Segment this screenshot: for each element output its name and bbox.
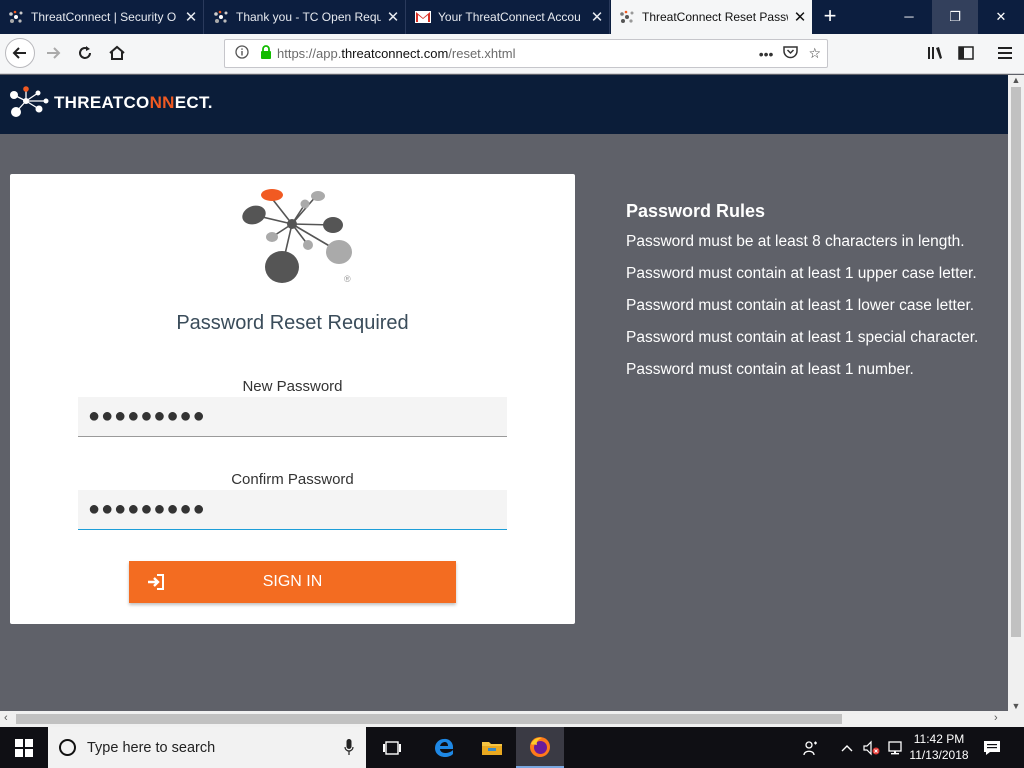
back-arrow-icon[interactable] [5, 38, 35, 68]
new-password-label: New Password [242, 378, 343, 395]
threatconnect-emblem-icon: ® [242, 189, 352, 284]
vertical-scroll-thumb[interactable] [1011, 87, 1021, 637]
horizontal-scroll-thumb[interactable] [16, 714, 842, 724]
windows-taskbar: Type here to search 11:42 PM 11/13/2018 [0, 727, 1024, 768]
threatconnect-logo[interactable]: THREATCONNECT. [4, 85, 213, 121]
taskbar-search-placeholder: Type here to search [87, 739, 216, 756]
confirm-password-field[interactable]: ●●●●●●●●● [78, 490, 507, 530]
sign-in-icon [148, 574, 164, 590]
vertical-scrollbar[interactable]: ▲ ▼ [1008, 75, 1024, 711]
password-rule: Password must contain at least 1 lower c… [626, 297, 975, 314]
svg-text:®: ® [344, 274, 351, 284]
pocket-icon[interactable] [783, 45, 799, 62]
password-rule: Password must contain at least 1 special… [626, 329, 979, 346]
file-explorer-icon[interactable] [468, 727, 516, 768]
clock-date: 11/13/2018 [909, 748, 969, 762]
edge-browser-icon[interactable] [420, 727, 468, 768]
password-rule: Password must be at least 8 characters i… [626, 233, 965, 250]
threatconnect-mark-icon [10, 86, 49, 117]
scroll-down-icon[interactable]: ▼ [1008, 701, 1024, 711]
taskbar-search-box[interactable]: Type here to search [48, 727, 366, 768]
browser-tab-bar: ThreatConnect | Security O ✕ Thank you -… [0, 0, 1024, 34]
page-content: THREATCONNECT. ® Password Reset Required… [0, 75, 1008, 711]
scroll-right-icon[interactable]: › [994, 712, 998, 724]
close-tab-icon[interactable]: ✕ [381, 8, 405, 26]
people-icon[interactable] [800, 727, 822, 768]
info-icon[interactable] [234, 45, 249, 62]
url-host: threatconnect.com [341, 46, 449, 61]
sign-in-button[interactable]: SIGN IN [129, 561, 456, 603]
reload-icon[interactable] [70, 38, 100, 68]
system-clock[interactable]: 11:42 PM 11/13/2018 [906, 731, 972, 763]
new-password-field[interactable]: ●●●●●●●●● [78, 397, 507, 437]
volume-muted-icon[interactable] [860, 727, 882, 768]
scrollbar-corner [1008, 711, 1024, 727]
microphone-icon[interactable] [344, 739, 354, 756]
threatconnect-favicon-icon [8, 9, 24, 25]
address-bar[interactable]: https://app. threatconnect.com/reset.xhtm… [224, 39, 828, 68]
browser-nav-bar: https://app. threatconnect.com/reset.xhtm… [0, 34, 1024, 74]
gmail-favicon-icon [415, 9, 431, 25]
url-path: /reset.xhtml [448, 46, 516, 61]
tab-thank-you[interactable]: Thank you - TC Open Requ ✕ [205, 0, 406, 34]
close-tab-icon[interactable]: ✕ [585, 8, 609, 26]
brand-header: THREATCONNECT. [0, 75, 1008, 134]
page-title: Password Reset Required [176, 312, 409, 334]
tab-label: Your ThreatConnect Accou [438, 10, 581, 24]
library-icon[interactable] [920, 38, 950, 68]
network-icon[interactable] [884, 727, 906, 768]
page-actions-icon[interactable]: ••• [759, 46, 774, 62]
clock-time: 11:42 PM [913, 732, 965, 746]
sidebar-toggle-icon[interactable] [951, 38, 981, 68]
horizontal-scrollbar[interactable]: ‹ › [0, 711, 1008, 727]
brand-wordmark: THREATCONNECT. [54, 93, 213, 112]
close-tab-icon[interactable]: ✕ [788, 8, 812, 26]
password-rules-title: Password Rules [626, 201, 766, 221]
tab-reset-password[interactable]: ThreatConnect Reset Passw ✕ [611, 0, 812, 34]
cortana-icon [59, 739, 76, 756]
tab-threatconnect-security[interactable]: ThreatConnect | Security O ✕ [0, 0, 204, 34]
home-icon[interactable] [102, 38, 132, 68]
minimize-window-icon[interactable]: ─ [886, 0, 932, 34]
task-view-icon[interactable] [368, 727, 416, 768]
bookmark-star-icon[interactable]: ☆ [808, 45, 821, 62]
windows-start-icon[interactable] [0, 727, 48, 768]
close-tab-icon[interactable]: ✕ [179, 8, 203, 26]
firefox-icon[interactable] [516, 727, 564, 768]
threatconnect-favicon-icon [213, 9, 229, 25]
scroll-left-icon[interactable]: ‹ [4, 712, 8, 724]
sign-in-label: SIGN IN [262, 573, 323, 590]
tab-label: Thank you - TC Open Requ [236, 10, 381, 24]
password-reset-card: ® Password Reset Required New Password ●… [10, 174, 575, 624]
lock-icon[interactable] [260, 45, 272, 62]
action-center-icon[interactable] [980, 727, 1004, 768]
confirm-password-label: Confirm Password [231, 471, 354, 488]
forward-arrow-icon[interactable] [38, 38, 68, 68]
tab-label: ThreatConnect | Security O [31, 10, 177, 24]
password-rule: Password must contain at least 1 number. [626, 361, 914, 378]
url-prefix: https://app. [277, 46, 342, 61]
hamburger-menu-icon[interactable] [990, 38, 1020, 68]
show-hidden-icons-chevron-icon[interactable] [838, 727, 856, 768]
restore-window-icon[interactable]: ❐ [932, 0, 978, 34]
tab-label: ThreatConnect Reset Passw [642, 10, 788, 24]
password-rule: Password must contain at least 1 upper c… [626, 265, 977, 282]
close-window-icon[interactable]: ✕ [978, 0, 1024, 34]
scroll-up-icon[interactable]: ▲ [1008, 75, 1024, 85]
new-tab-plus-icon[interactable]: + [817, 0, 843, 34]
password-rules-panel: Password Rules Password must be at least… [626, 201, 1008, 392]
tab-gmail-account[interactable]: Your ThreatConnect Accou ✕ [407, 0, 610, 34]
threatconnect-favicon-icon [619, 9, 635, 25]
